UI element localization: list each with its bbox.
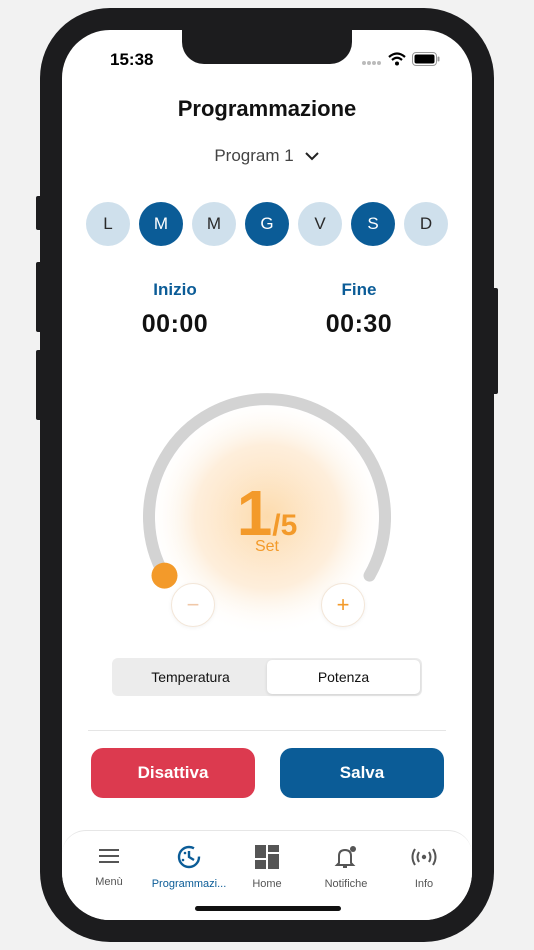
- start-time[interactable]: Inizio 00:00: [95, 280, 255, 339]
- grid-icon: [254, 845, 280, 873]
- schedule-icon: [176, 845, 202, 873]
- bell-icon: [333, 846, 359, 873]
- deactivate-button[interactable]: Disattiva: [91, 748, 255, 798]
- weekday-selector: L M M G V S D: [86, 202, 448, 246]
- tab-home[interactable]: Home: [226, 845, 308, 890]
- mode-toggle: Temperatura Potenza: [112, 658, 422, 696]
- notch: [182, 30, 352, 64]
- mute-switch: [36, 196, 42, 230]
- tab-programmazione[interactable]: Programmazi...: [148, 845, 230, 890]
- day-toggle[interactable]: L: [86, 202, 130, 246]
- tab-label: Home: [252, 878, 282, 890]
- tab-label: Notifiche: [324, 878, 368, 890]
- signal-icon: [410, 848, 438, 873]
- power-button: [492, 288, 498, 394]
- tab-menu[interactable]: Menù: [68, 845, 150, 888]
- tab-info[interactable]: Info: [383, 845, 465, 890]
- decrease-button[interactable]: −: [171, 583, 215, 627]
- status-time: 15:38: [110, 50, 154, 69]
- day-toggle[interactable]: V: [298, 202, 342, 246]
- page-title: Programmazione: [177, 96, 357, 121]
- increase-button[interactable]: +: [321, 583, 365, 627]
- day-toggle[interactable]: M: [139, 202, 183, 246]
- dial-knob[interactable]: [151, 562, 178, 589]
- day-toggle[interactable]: D: [404, 202, 448, 246]
- wifi-icon: [388, 52, 406, 71]
- divider: [88, 730, 446, 731]
- tab-notifiche[interactable]: Notifiche: [305, 845, 387, 890]
- end-time-value: 00:30: [325, 310, 393, 338]
- tab-label: Info: [414, 878, 434, 890]
- day-toggle[interactable]: G: [245, 202, 289, 246]
- home-indicator: [195, 906, 341, 911]
- tab-label: Menù: [95, 876, 123, 888]
- day-toggle[interactable]: S: [351, 202, 395, 246]
- mode-potenza[interactable]: Potenza: [267, 660, 420, 694]
- cellular-icon: [362, 53, 382, 71]
- program-dropdown-value: Program 1: [214, 146, 294, 165]
- dial-sub-label: Set: [254, 538, 279, 555]
- tab-label: Programmazi...: [151, 878, 227, 890]
- end-time-label: Fine: [341, 280, 377, 299]
- program-dropdown[interactable]: Program 1: [62, 146, 472, 166]
- volume-up-button: [36, 262, 42, 332]
- battery-icon: [412, 52, 440, 71]
- volume-down-button: [36, 350, 42, 420]
- mode-temperatura[interactable]: Temperatura: [114, 660, 267, 694]
- status-icons: [362, 52, 440, 71]
- start-time-label: Inizio: [153, 280, 197, 299]
- day-toggle[interactable]: M: [192, 202, 236, 246]
- menu-icon: [97, 849, 121, 871]
- chevron-down-icon: [304, 146, 320, 166]
- screen: 15:38 Programmazione Program 1 L M M G V…: [62, 30, 472, 920]
- save-button[interactable]: Salva: [280, 748, 444, 798]
- start-time-value: 00:00: [141, 310, 209, 338]
- end-time[interactable]: Fine 00:30: [279, 280, 439, 339]
